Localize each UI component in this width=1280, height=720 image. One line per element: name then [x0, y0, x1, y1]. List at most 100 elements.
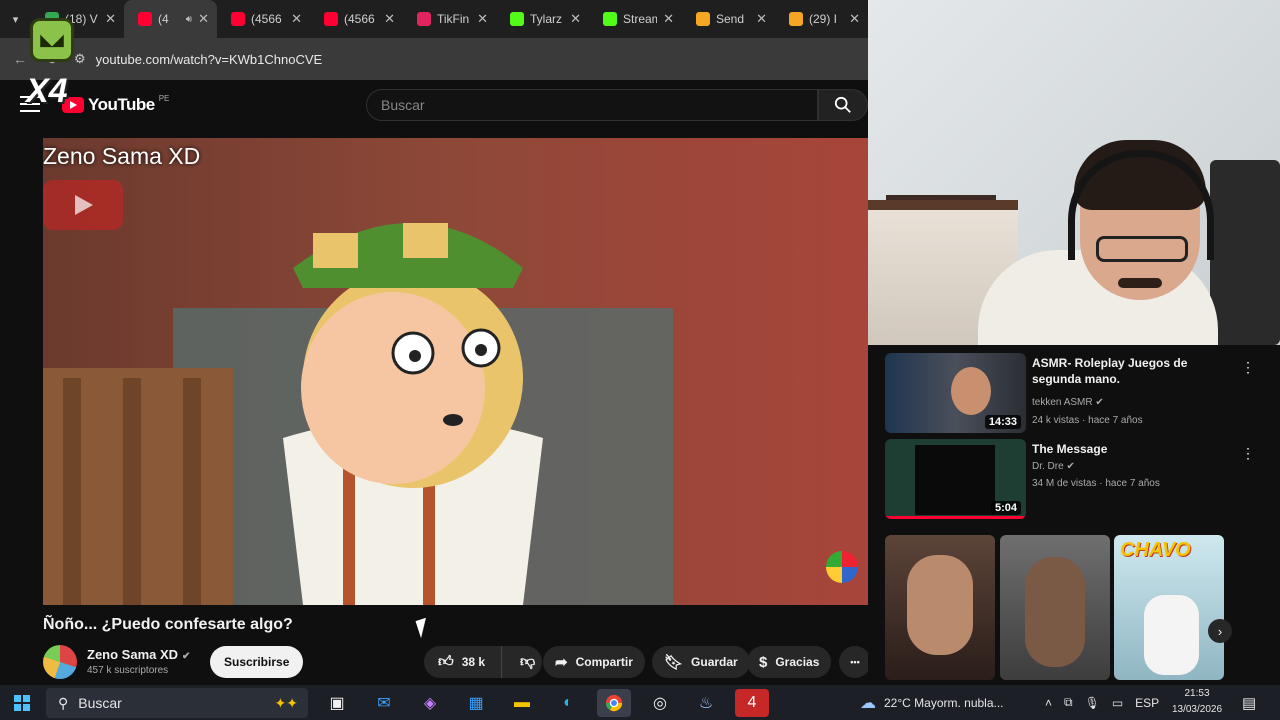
more-vert-icon[interactable]: ⋮ — [1241, 445, 1255, 462]
video-player[interactable]: Zeno Sama XD — [43, 138, 868, 605]
mouse-pointer-icon — [415, 617, 432, 639]
network-icon[interactable]: ▭ — [1112, 696, 1123, 710]
video-frame-illustration — [43, 138, 868, 605]
video-thumbnail[interactable]: 14:33 — [885, 353, 1026, 433]
video-channel-watermark: Zeno Sama XD — [43, 143, 201, 169]
tab-close-icon[interactable]: ✕ — [105, 11, 116, 27]
browser-tab[interactable]: (29) I ✕ — [775, 0, 868, 38]
video-thumbnail[interactable]: 5:04 — [885, 439, 1026, 519]
short-thumbnail[interactable] — [885, 535, 995, 680]
suggested-video-meta: 24 k vistas · hace 7 años — [1032, 415, 1143, 426]
steam-icon[interactable]: ♨ — [689, 689, 723, 717]
video-play-icon[interactable] — [43, 180, 123, 230]
weather-cloud-icon: ☁ — [860, 694, 876, 712]
suggested-video-item[interactable]: 14:33 ASMR- Roleplay Juegos de segunda m… — [885, 353, 1265, 435]
browser-tab[interactable]: Send ✕ — [682, 0, 775, 38]
chrome-logo-icon — [605, 694, 623, 712]
tab-list: (18) V ✕ (4 🔊︎ ✕ (4566 ✕ (4566 ✕ TikFin ✕ Tylarz ✕ St… — [31, 0, 868, 38]
url-text: youtube.com/watch?v=KWb1ChnoCVE — [95, 51, 323, 67]
file-explorer-icon[interactable]: ▬ — [505, 689, 539, 717]
tab-close-icon[interactable]: ✕ — [477, 11, 488, 27]
shorts-next-button[interactable]: › — [1208, 619, 1232, 643]
tray-overflow-icon[interactable]: ˄ — [1045, 696, 1052, 710]
like-dislike-group: 👍︎ 38 k 👎︎ — [424, 646, 542, 678]
youtube-search-input[interactable]: Buscar — [366, 89, 818, 121]
thumbs-down-icon: 👎︎ — [520, 653, 536, 670]
tab-close-icon[interactable]: ✕ — [663, 11, 674, 27]
tab-favicon-icon — [510, 12, 524, 26]
address-bar[interactable]: ⚙ youtube.com/watch?v=KWb1ChnoCVE — [74, 44, 858, 74]
verified-icon: ✔ — [1066, 461, 1075, 472]
search-placeholder: Buscar — [381, 97, 425, 113]
taskbar-search-placeholder: Buscar — [78, 695, 122, 711]
copilot-sparkle-icon: ✦✦ — [274, 694, 298, 711]
app-four-icon[interactable]: 4 — [735, 689, 769, 717]
browser-tab[interactable]: (4566 ✕ — [217, 0, 310, 38]
tab-close-icon[interactable]: ✕ — [291, 11, 302, 27]
task-view-icon[interactable]: ▣ — [320, 689, 354, 717]
thanks-button[interactable]: $ Gracias — [747, 646, 832, 678]
chavo-logo: CHAVO — [1120, 539, 1191, 561]
tab-audio-icon[interactable]: 🔊︎ — [186, 14, 192, 25]
dislike-button[interactable]: 👎︎ — [510, 653, 535, 671]
suggested-channel[interactable]: Dr. Dre ✔ — [1032, 461, 1075, 472]
channel-name: Zeno Sama XD — [87, 647, 179, 662]
edge-icon[interactable]: ◐ — [551, 689, 585, 717]
language-indicator[interactable]: ESP — [1135, 696, 1159, 710]
verified-icon: ✔ — [182, 651, 191, 662]
suggested-channel-name: tekken ASMR — [1032, 397, 1093, 408]
obs-icon[interactable]: ◎ — [643, 689, 677, 717]
like-button[interactable]: 👍︎ 38 k — [424, 646, 502, 678]
notification-icon[interactable]: ▤ — [1242, 685, 1256, 720]
suggested-video-item[interactable]: 5:04 The Message Dr. Dre ✔ 34 M de vista… — [885, 439, 1265, 521]
clock-date: 13/03/2026 — [1171, 704, 1223, 715]
save-label: Guardar — [691, 655, 738, 669]
tab-close-icon[interactable]: ✕ — [384, 11, 395, 27]
tab-close-icon[interactable]: ✕ — [849, 11, 860, 27]
weather-text: 22°C Mayorm. nubla... — [884, 695, 1004, 710]
verified-icon: ✔ — [1095, 397, 1104, 408]
suggested-channel-name: Dr. Dre — [1032, 461, 1064, 472]
suggested-channel[interactable]: tekken ASMR ✔ — [1032, 397, 1104, 408]
channel-avatar[interactable] — [43, 645, 77, 679]
windows-start-icon[interactable] — [14, 695, 30, 711]
store-icon[interactable]: ▦ — [459, 689, 493, 717]
taskbar-clock[interactable]: 21:53 13/03/2026 — [1170, 686, 1224, 718]
copilot-icon[interactable]: ◈ — [413, 689, 447, 717]
suggested-videos: 14:33 ASMR- Roleplay Juegos de segunda m… — [868, 345, 1280, 685]
bookmark-icon: 🔖︎ — [664, 654, 684, 671]
windows-taskbar: ⚲ Buscar ✦✦ ▣ ✉ ◈ ▦ ▬ ◐ ◎ ♨ 4 ☁ 22°C May… — [0, 685, 1280, 720]
video-duration: 14:33 — [984, 415, 1021, 429]
chrome-icon[interactable] — [597, 689, 631, 717]
weather-widget[interactable]: ☁ 22°C Mayorm. nubla... — [860, 685, 1004, 720]
short-face — [907, 555, 973, 655]
share-button[interactable]: ➦ Compartir — [543, 646, 645, 678]
microphone-icon[interactable]: 🎙︎ — [1085, 696, 1100, 710]
more-vert-icon[interactable]: ⋮ — [1241, 359, 1255, 376]
tab-favicon-icon — [603, 12, 617, 26]
browser-tab[interactable]: TikFin ✕ — [403, 0, 496, 38]
tab-close-icon[interactable]: ✕ — [570, 11, 581, 27]
subscribe-button[interactable]: Suscribirse — [210, 646, 304, 678]
save-button[interactable]: 🔖︎ Guardar — [652, 646, 750, 678]
short-thumbnail[interactable]: CHAVO — [1114, 535, 1224, 680]
suggested-video-title[interactable]: ASMR- Roleplay Juegos de segunda mano. — [1032, 355, 1232, 387]
youtube-search-button[interactable] — [818, 89, 868, 121]
browser-tab[interactable]: Tylarz ✕ — [496, 0, 589, 38]
browser-tab[interactable]: Stream ✕ — [589, 0, 682, 38]
tab-close-icon[interactable]: ✕ — [198, 11, 209, 27]
taskbar-search[interactable]: ⚲ Buscar ✦✦ — [46, 688, 308, 718]
channel-branding-icon[interactable] — [826, 551, 858, 583]
tray-app-icon[interactable]: ⧉ — [1064, 695, 1073, 710]
channel-name-row[interactable]: Zeno Sama XD ✔ — [87, 647, 190, 662]
suggested-video-title[interactable]: The Message — [1032, 441, 1232, 457]
browser-tab[interactable]: (4 🔊︎ ✕ — [124, 0, 217, 38]
more-actions-button[interactable]: ••• — [839, 646, 871, 678]
tab-close-icon[interactable]: ✕ — [756, 11, 767, 27]
chevron-right-icon: › — [1217, 623, 1223, 639]
youtube-logo[interactable]: YouTube PE — [62, 94, 169, 115]
short-thumbnail[interactable] — [1000, 535, 1110, 680]
outlook-icon[interactable]: ✉ — [367, 689, 401, 717]
browser-tab[interactable]: (4566 ✕ — [310, 0, 403, 38]
search-icon: ⚲ — [58, 694, 69, 711]
